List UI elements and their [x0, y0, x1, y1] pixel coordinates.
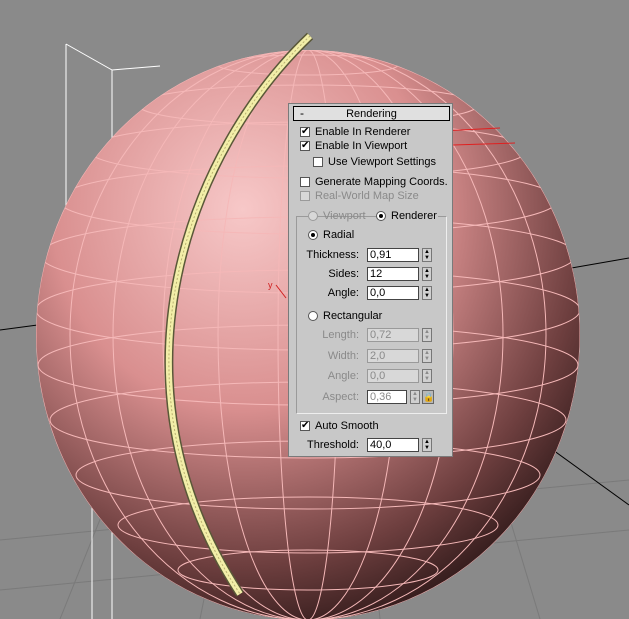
sides-row: Sides: 12 ▲ ▼ — [289, 267, 449, 281]
rect-angle-row: Angle: 0,0 ▲ ▼ — [289, 369, 449, 383]
auto-smooth-checkbox[interactable] — [300, 419, 310, 433]
thickness-input[interactable]: 0,91 — [367, 248, 419, 262]
radial-angle-spinner-icon[interactable]: ▲ ▼ — [422, 286, 432, 300]
use-viewport-settings-label: Use Viewport Settings — [328, 156, 437, 168]
generate-mapping-coords-label: Generate Mapping Coords. — [315, 176, 448, 188]
rectangular-radio[interactable] — [308, 311, 318, 321]
rollout-title: Rendering — [346, 108, 397, 120]
threshold-input[interactable]: 40,0 — [367, 438, 419, 452]
mode-renderer-radio[interactable] — [376, 211, 386, 221]
aspect-input[interactable]: 0,36 — [367, 390, 407, 404]
length-row: Length: 0,72 ▲ ▼ — [289, 328, 449, 342]
sides-spinner-icon[interactable]: ▲ ▼ — [422, 267, 432, 281]
radial-label: Radial — [323, 229, 355, 241]
threshold-label: Threshold: — [307, 439, 359, 451]
rect-angle-spinner-icon[interactable]: ▲ ▼ — [422, 369, 432, 383]
real-world-map-size-checkbox[interactable] — [300, 191, 310, 201]
thickness-spinner-icon[interactable]: ▲ ▼ — [422, 248, 432, 262]
length-spinner-icon[interactable]: ▲ ▼ — [422, 328, 432, 342]
radial-angle-row: Angle: 0,0 ▲ ▼ — [289, 286, 449, 300]
width-label: Width: — [327, 350, 359, 362]
rect-angle-label: Angle: — [327, 370, 359, 382]
width-input[interactable]: 2,0 — [367, 349, 419, 363]
threshold-row: Threshold: 40,0 ▲ ▼ — [289, 438, 449, 452]
generate-mapping-coords-checkbox[interactable] — [300, 177, 310, 187]
thickness-row: Thickness: 0,91 ▲ ▼ — [289, 248, 449, 262]
mode-renderer-row[interactable]: Renderer — [376, 209, 438, 223]
real-world-map-size-label: Real-World Map Size — [315, 190, 419, 202]
enable-in-viewport-checkbox[interactable] — [300, 139, 310, 153]
radial-radio[interactable] — [308, 230, 318, 240]
mode-renderer-label: Renderer — [391, 210, 437, 222]
thickness-label: Thickness: — [306, 249, 359, 261]
radial-angle-label: Angle: — [327, 287, 359, 299]
lock-icon[interactable]: 🔒 — [422, 390, 434, 404]
use-viewport-settings-checkbox[interactable] — [313, 157, 323, 167]
length-label: Length: — [322, 329, 359, 341]
aspect-label: Aspect: — [322, 391, 359, 403]
sides-label: Sides: — [328, 268, 359, 280]
enable-in-renderer-checkbox[interactable] — [300, 125, 310, 139]
axis-label-y: y — [268, 280, 273, 290]
enable-in-viewport-label: Enable In Viewport — [315, 140, 408, 152]
mode-viewport-row[interactable]: Viewport — [308, 209, 366, 223]
radial-angle-input[interactable]: 0,0 — [367, 286, 419, 300]
threshold-spinner-icon[interactable]: ▲ ▼ — [422, 438, 432, 452]
enable-in-renderer-label: Enable In Renderer — [315, 126, 411, 138]
aspect-spinner-icon[interactable]: ▲ ▼ — [410, 390, 420, 404]
rectangular-label: Rectangular — [323, 310, 383, 322]
rect-angle-input[interactable]: 0,0 — [367, 369, 419, 383]
length-input[interactable]: 0,72 — [367, 328, 419, 342]
auto-smooth-label: Auto Smooth — [315, 420, 379, 432]
rendering-rollout-panel: - Rendering Enable In Renderer Enable In… — [288, 103, 453, 457]
sides-input[interactable]: 12 — [367, 267, 419, 281]
rendering-rollout-header[interactable]: - Rendering — [293, 106, 450, 121]
width-spinner-icon[interactable]: ▲ ▼ — [422, 349, 432, 363]
mode-viewport-radio[interactable] — [308, 211, 318, 221]
aspect-row: Aspect: 0,36 ▲ ▼ 🔒 — [289, 390, 449, 404]
mode-viewport-label: Viewport — [323, 210, 366, 222]
width-row: Width: 2,0 ▲ ▼ — [289, 349, 449, 363]
